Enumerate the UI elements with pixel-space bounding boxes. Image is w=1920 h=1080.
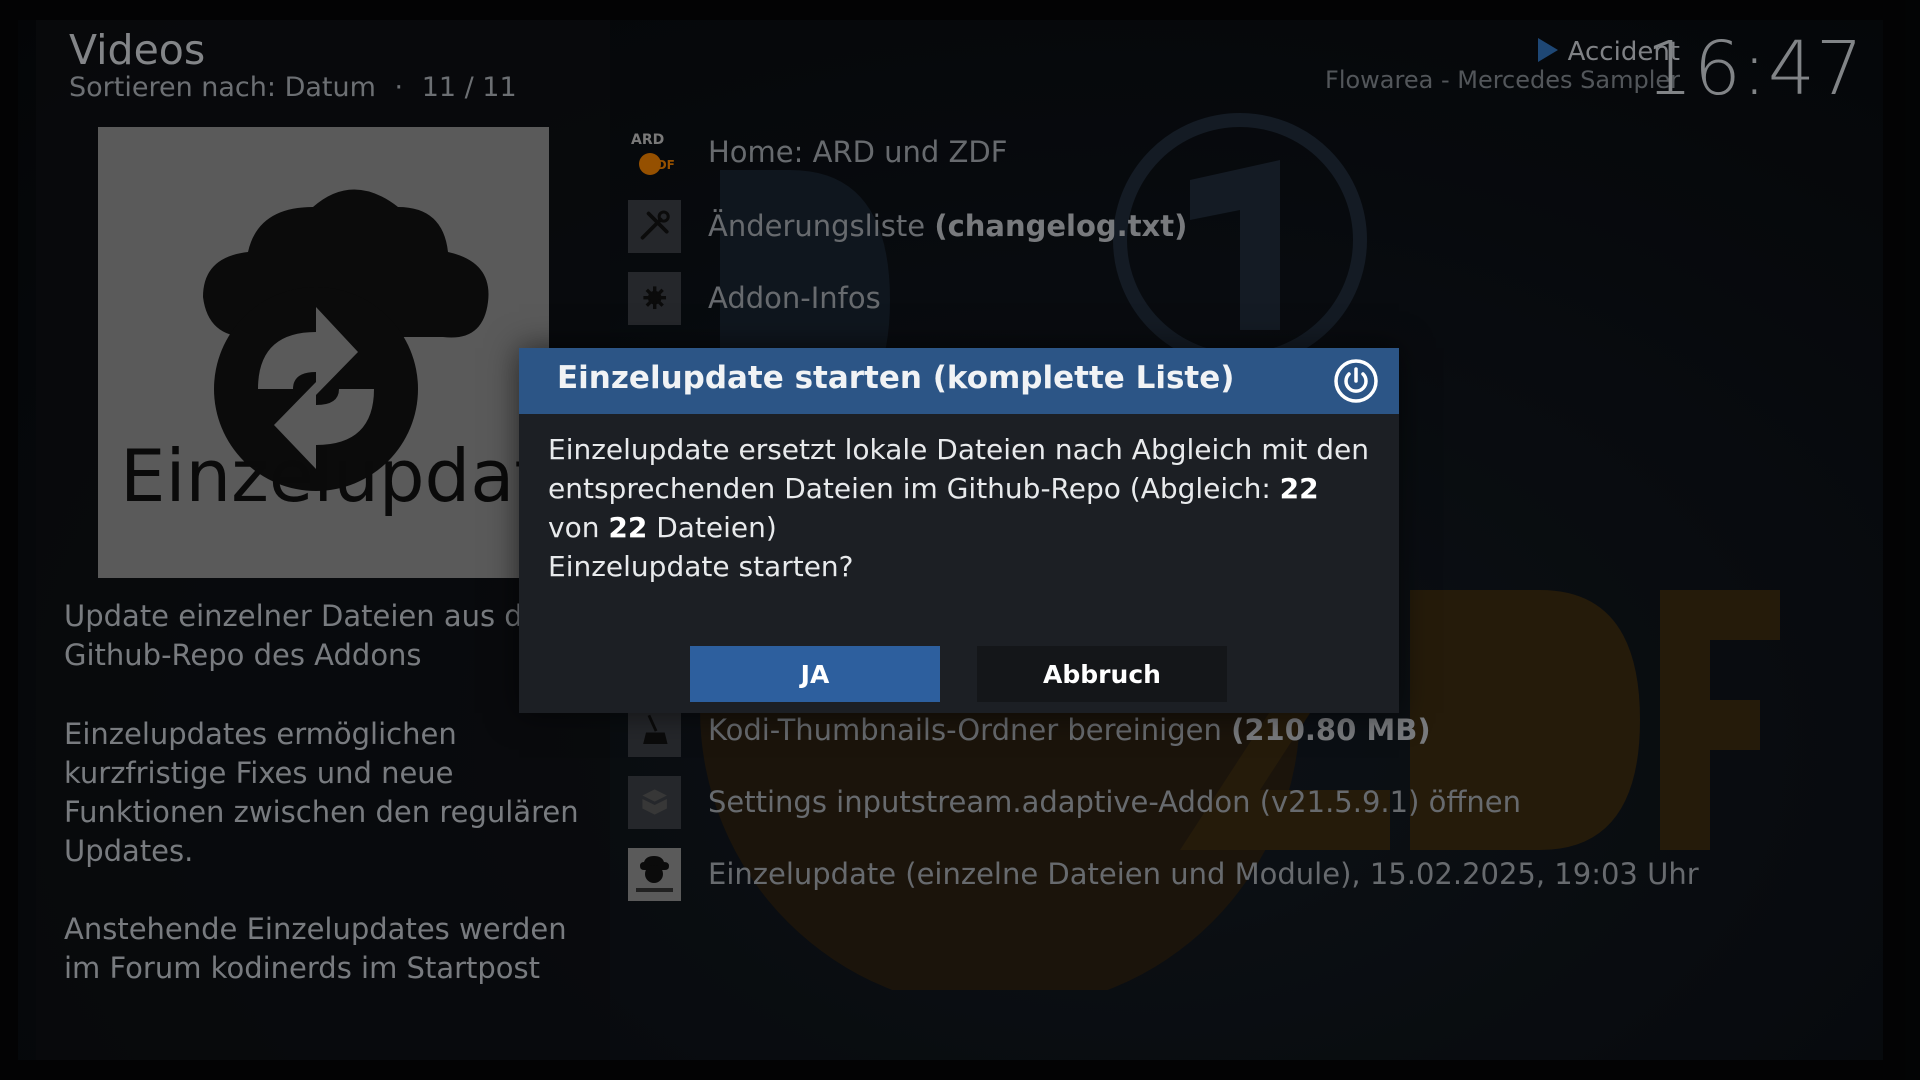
cancel-button[interactable]: Abbruch <box>977 646 1227 702</box>
match-count-a: 22 <box>1279 472 1319 505</box>
kodi-screen: Videos Sortieren nach: Datum · 11 / 11 E… <box>0 0 1920 1080</box>
power-icon[interactable] <box>1333 358 1379 404</box>
yes-button[interactable]: JA <box>690 646 940 702</box>
dialog-title: Einzelupdate starten (komplette Liste) <box>557 360 1235 396</box>
confirm-dialog: Einzelupdate starten (komplette Liste) E… <box>519 348 1399 713</box>
dialog-header: Einzelupdate starten (komplette Liste) <box>519 348 1399 414</box>
dialog-question: Einzelupdate starten? <box>548 550 854 583</box>
match-count-b: 22 <box>608 511 648 544</box>
dialog-message: Einzelupdate ersetzt lokale Dateien nach… <box>548 433 1370 583</box>
